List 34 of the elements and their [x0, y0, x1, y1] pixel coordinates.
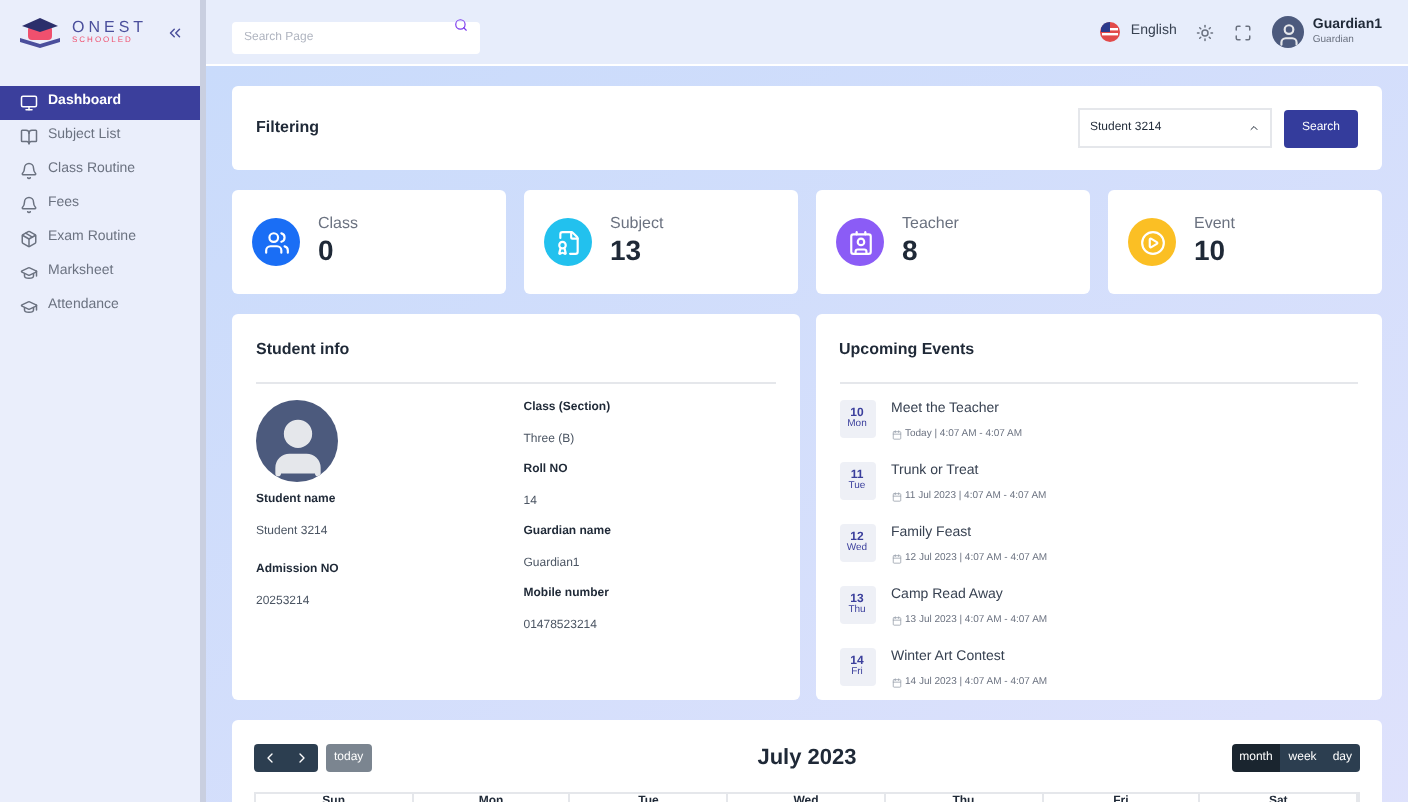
stat-value: 0	[318, 234, 336, 270]
stat-value: 10	[1194, 234, 1228, 270]
nav-icon	[20, 196, 38, 214]
nav-icon	[20, 128, 38, 146]
student-avatar	[256, 400, 338, 482]
logo-icon	[16, 16, 64, 48]
card-title: Student info	[256, 338, 775, 384]
stat-label: Subject	[610, 214, 664, 235]
card-title: Upcoming Events	[839, 338, 1358, 384]
theme-icon[interactable]	[1196, 23, 1215, 41]
calendar-icon	[891, 677, 901, 688]
stat-label: Teacher	[902, 214, 959, 235]
card-title: Filtering	[256, 116, 320, 140]
collapse-icon[interactable]	[166, 23, 184, 41]
calendar-icon	[891, 429, 901, 440]
search-icon[interactable]	[454, 17, 468, 31]
nav-icon	[20, 298, 38, 316]
nav-icon	[20, 230, 38, 248]
calendar-icon	[891, 615, 901, 626]
calendar-icon	[891, 553, 901, 564]
nav-icon	[20, 162, 38, 180]
nav-icon	[20, 264, 38, 282]
calendar-title: July 2023	[755, 744, 859, 774]
user-avatar[interactable]	[1272, 16, 1305, 48]
calendar-icon	[891, 491, 901, 502]
flag-icon	[1100, 22, 1121, 42]
stat-value: 13	[610, 234, 644, 270]
stat-label: Class	[318, 214, 359, 235]
logo-name: ONEST	[72, 20, 148, 36]
stat-value: 8	[902, 234, 920, 270]
nav-icon	[20, 94, 38, 112]
caret-icon	[1248, 122, 1260, 134]
fullscreen-icon[interactable]	[1234, 23, 1253, 41]
stat-label: Event	[1194, 214, 1235, 235]
